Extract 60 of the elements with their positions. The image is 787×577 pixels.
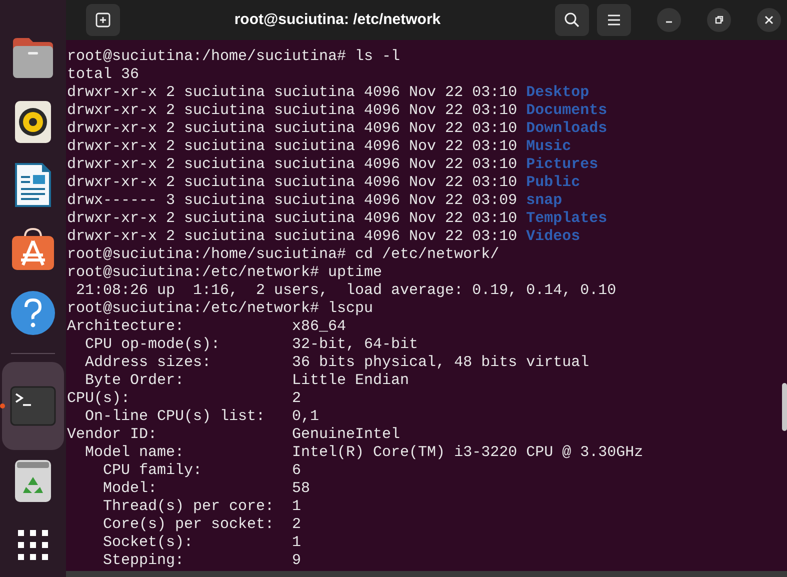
directory-name: Downloads: [526, 120, 608, 137]
terminal-line: Core(s) per socket: 2: [102, 516, 302, 534]
maximize-button[interactable]: [707, 8, 731, 32]
new-tab-icon: [95, 12, 111, 28]
terminal-text: drwxr-xr-x 2 suciutina suciutina 4096 Nov 22 03:10: [67, 84, 518, 101]
scrollbar-thumb[interactable]: [782, 383, 787, 431]
terminal-line: root@suciutina:/etc/network# uptime: [67, 264, 384, 282]
directory-name: Videos: [526, 228, 580, 245]
terminal-line: Address sizes: 36 bits physical, 48 bits virtual: [84, 354, 590, 372]
terminal-line: On-line CPU(s) list: 0,1: [84, 408, 320, 426]
directory-name: Desktop: [526, 84, 590, 101]
active-indicator: [0, 403, 5, 408]
restore-icon: [714, 15, 724, 25]
terminal-text: drwxr-xr-x 2 suciutina suciutina 4096 Nov 22 03:10: [67, 120, 518, 137]
terminal-line: Model: 58: [102, 480, 312, 498]
terminal-line: CPU family: 6: [102, 462, 302, 480]
help-icon: [10, 290, 56, 336]
terminal-line: Vendor ID: GenuineIntel: [67, 426, 402, 444]
app-grid-icon: [17, 529, 49, 562]
shopping-bag-icon: [10, 227, 56, 272]
terminal-line: Thread(s) per core: 1: [102, 498, 302, 516]
search-button[interactable]: [555, 4, 589, 36]
terminal-line: Architecture: x86_64: [67, 318, 348, 336]
terminal-text: drwxr-xr-x 2 suciutina suciutina 4096 Nov 22 03:10: [67, 174, 518, 191]
trash-icon: [14, 459, 52, 504]
menu-icon: [607, 14, 621, 26]
terminal-line: Socket(s): 1: [102, 534, 302, 552]
terminal-line: CPU(s): 2: [67, 390, 302, 408]
terminal-line: root@suciutina:/etc/network# lscpu: [67, 300, 374, 318]
terminal-line: Stepping: 9: [102, 552, 302, 570]
terminal-text: drwxr-xr-x 2 suciutina suciutina 4096 Nov 22 03:10: [67, 228, 518, 245]
terminal-line: Byte Order: Little Endian: [84, 372, 410, 390]
terminal-line: Model name: Intel(R) Core(TM) i3-3220 CPU @ 3.30GHz: [84, 444, 644, 462]
directory-name: Public: [526, 174, 580, 191]
terminal-icon: [10, 386, 56, 426]
terminal-line: root@suciutina:/home/suciutina# ls -l: [67, 48, 402, 66]
directory-name: Documents: [526, 102, 608, 119]
close-icon: [764, 15, 774, 25]
terminal-text: drwxr-xr-x 2 suciutina suciutina 4096 Nov 22 03:10: [67, 210, 518, 227]
terminal-line: 21:08:26 up 1:16, 2 users, load average: 0.19, 0.14, 0.10: [75, 282, 618, 300]
speaker-icon: [14, 100, 52, 144]
document-icon: [14, 162, 52, 208]
directory-name: Pictures: [526, 156, 598, 173]
directory-name: snap: [526, 192, 562, 209]
terminal-text: drwxr-xr-x 2 suciutina suciutina 4096 Nov 22 03:10: [67, 156, 518, 173]
menu-button[interactable]: [597, 4, 631, 36]
terminal-text: drwxr-xr-x 2 suciutina suciutina 4096 Nov 22 03:10: [67, 138, 518, 155]
minimize-button[interactable]: [657, 8, 681, 32]
window-title: root@suciutina: /etc/network: [233, 10, 442, 30]
directory-name: Templates: [526, 210, 608, 227]
terminal-line: CPU op-mode(s): 32-bit, 64-bit: [84, 336, 420, 354]
terminal-text: drwx------ 3 suciutina suciutina 4096 Nov 22 03:09: [67, 192, 518, 209]
directory-name: Music: [526, 138, 572, 155]
close-button[interactable]: [757, 8, 781, 32]
folder-icon: [10, 36, 56, 80]
search-icon: [564, 12, 580, 28]
new-tab-button[interactable]: [86, 4, 120, 36]
terminal-line: total 36: [67, 66, 140, 84]
terminal-text: drwxr-xr-x 2 suciutina suciutina 4096 Nov 22 03:10: [67, 102, 518, 119]
terminal-line: root@suciutina:/home/suciutina# cd /etc/network/: [67, 246, 500, 264]
